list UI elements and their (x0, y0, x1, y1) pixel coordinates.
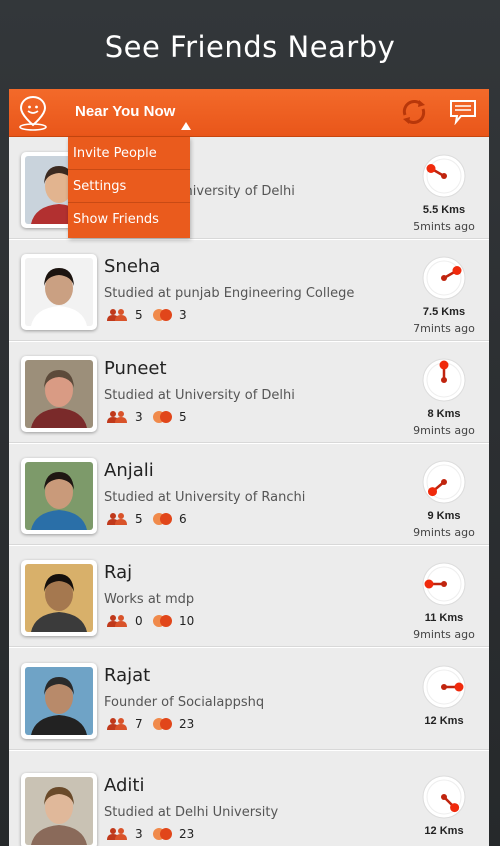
avatar[interactable] (21, 356, 97, 432)
avatar[interactable] (21, 560, 97, 636)
distance-text: 12 Kms (424, 825, 464, 837)
menu-item-settings[interactable]: Settings (68, 170, 190, 203)
distance-text: 5.5 Kms (422, 204, 466, 216)
distance-dial-icon (421, 664, 467, 710)
mutual-friends-icon (107, 614, 127, 628)
distance-text: 11 Kms (424, 612, 464, 624)
distance-dial-icon (421, 357, 467, 403)
refresh-icon[interactable] (399, 97, 429, 127)
mutual-friends-count: 5 (135, 308, 143, 322)
distance-text: 9 Kms (427, 510, 461, 522)
friend-name[interactable]: Puneet (104, 358, 167, 379)
friend-row[interactable]: Aditi Studied at Delhi University 3 23 12 Km… (9, 759, 489, 846)
likes-icon (153, 614, 173, 628)
distance-dial-icon (421, 153, 467, 199)
avatar[interactable] (21, 663, 97, 739)
likes-count: 6 (179, 512, 187, 526)
mutual-friends-count: 7 (135, 717, 143, 731)
friend-subtitle: Studied at Delhi University (104, 805, 279, 820)
mutual-friends-count: 0 (135, 614, 143, 628)
mutual-friends-count: 3 (135, 410, 143, 424)
avatar[interactable] (21, 458, 97, 534)
friend-name[interactable]: Sneha (104, 256, 160, 277)
distance-text: 8 Kms (427, 408, 461, 420)
friend-row[interactable]: Rajat Founder of Socialappshq 7 23 12 Kms (9, 649, 489, 751)
friend-subtitle: Studied at University of Ranchi (104, 490, 306, 505)
friend-name[interactable]: Anjali (104, 460, 154, 481)
likes-count: 3 (179, 308, 187, 322)
likes-count: 10 (179, 614, 195, 628)
mutual-friends-icon (107, 512, 127, 526)
distance-text: 7.5 Kms (422, 306, 466, 318)
mutual-friends-icon (107, 410, 127, 424)
nav-dropdown-menu: Invite People Settings Show Friends (68, 137, 190, 238)
friend-subtitle: Works at mdp (104, 592, 195, 607)
likes-count: 23 (179, 717, 195, 731)
friend-subtitle: Founder of Socialappshq (104, 695, 265, 710)
mutual-friends-count: 3 (135, 827, 143, 841)
distance-dial-icon (421, 561, 467, 607)
page-headline: See Friends Nearby (104, 30, 396, 64)
mutual-friends-count: 5 (135, 512, 143, 526)
location-person-icon[interactable] (17, 95, 49, 131)
friend-name[interactable]: Raj (104, 562, 132, 583)
friend-row[interactable]: Sneha Studied at punjab Engineering Colle… (9, 240, 489, 342)
friend-subtitle: Studied at punjab Engineering College (104, 286, 355, 301)
last-seen-text: 7mints ago (413, 322, 475, 335)
last-seen-text: 9mints ago (413, 526, 475, 539)
friend-row[interactable]: Anjali Studied at University of Ranchi 5 6 9… (9, 444, 489, 546)
likes-count: 5 (179, 410, 187, 424)
menu-item-show-friends[interactable]: Show Friends (68, 203, 190, 236)
last-seen-text: 5mints ago (413, 220, 475, 233)
chat-bubble-icon[interactable] (449, 99, 477, 126)
last-seen-text: 9mints ago (413, 628, 475, 641)
menu-item-invite-people[interactable]: Invite People (68, 137, 190, 170)
likes-icon (153, 827, 173, 841)
last-seen-text: 9mints ago (413, 424, 475, 437)
near-you-now-title[interactable]: Near You Now (75, 103, 175, 120)
friend-subtitle: Studied at University of Delhi (104, 388, 295, 403)
distance-dial-icon (421, 774, 467, 820)
friend-row[interactable]: Raj Works at mdp 0 10 11 Kms 9mints ago (9, 546, 489, 648)
mutual-friends-icon (107, 308, 127, 322)
likes-icon (153, 308, 173, 322)
likes-icon (153, 410, 173, 424)
avatar[interactable] (21, 773, 97, 846)
app-screen: Near You Now Studied at University of De… (9, 89, 489, 846)
mutual-friends-icon (107, 827, 127, 841)
dropdown-caret-icon[interactable] (181, 122, 191, 130)
distance-text: 12 Kms (424, 715, 464, 727)
avatar[interactable] (21, 254, 97, 330)
distance-dial-icon (421, 255, 467, 301)
app-header: Near You Now (9, 89, 489, 137)
friend-name[interactable]: Rajat (104, 665, 150, 686)
likes-icon (153, 717, 173, 731)
friend-name[interactable]: Aditi (104, 775, 144, 796)
likes-icon (153, 512, 173, 526)
friend-row[interactable]: Puneet Studied at University of Delhi 3 5 8 … (9, 342, 489, 444)
likes-count: 23 (179, 827, 195, 841)
distance-dial-icon (421, 459, 467, 505)
mutual-friends-icon (107, 717, 127, 731)
